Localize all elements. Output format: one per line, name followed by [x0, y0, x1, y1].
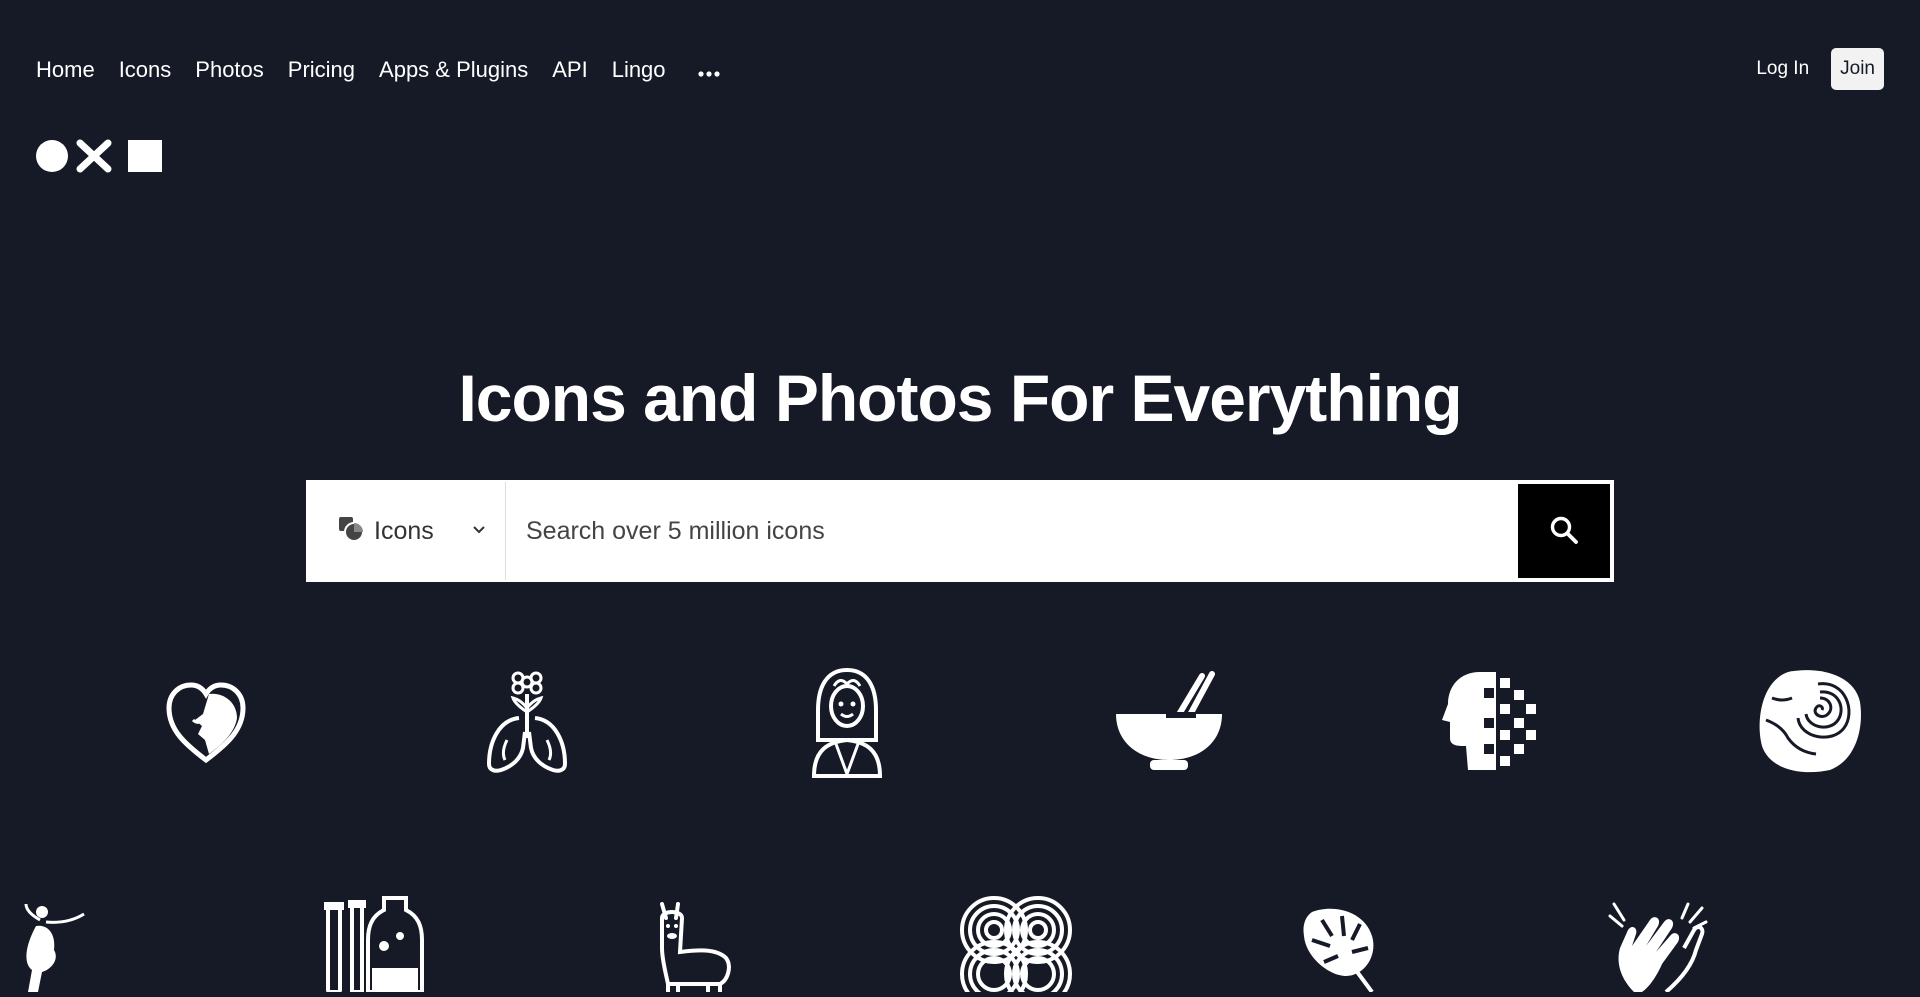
main-nav: Home Icons Photos Pricing Apps & Plugins…	[36, 50, 720, 90]
nav-lingo[interactable]: Lingo	[612, 57, 666, 83]
search-icon	[1549, 515, 1579, 548]
lungs-flower-icon[interactable]	[485, 668, 569, 779]
dancer-icon[interactable]	[20, 903, 86, 997]
search-button[interactable]	[1518, 484, 1610, 578]
woman-portrait-icon[interactable]	[808, 666, 886, 783]
monstera-leaf-icon[interactable]	[1302, 906, 1378, 997]
auth-actions: Log In Join	[1756, 48, 1884, 90]
more-horizontal-icon[interactable]	[697, 57, 720, 83]
nav-apps-plugins[interactable]: Apps & Plugins	[379, 57, 528, 83]
pixel-head-icon[interactable]	[1440, 668, 1540, 779]
nav-icons[interactable]: Icons	[119, 57, 172, 83]
clapping-hands-icon[interactable]	[1606, 900, 1712, 997]
bowl-chopsticks-icon[interactable]	[1114, 670, 1224, 779]
nav-api[interactable]: API	[552, 57, 587, 83]
noun-project-logo[interactable]	[36, 138, 164, 174]
chevron-down-icon	[472, 522, 486, 540]
search-input[interactable]	[506, 482, 1516, 580]
nav-pricing[interactable]: Pricing	[288, 57, 355, 83]
join-button[interactable]: Join	[1831, 48, 1884, 90]
search-type-select[interactable]: Icons	[308, 482, 506, 580]
fossil-stone-icon[interactable]	[1758, 668, 1862, 779]
heart-face-icon[interactable]	[165, 680, 247, 769]
hero-title: Icons and Photos For Everything	[458, 361, 1462, 435]
lab-bottles-icon[interactable]	[322, 896, 426, 997]
search-bar: Icons	[306, 480, 1614, 582]
login-link[interactable]: Log In	[1756, 58, 1809, 80]
nav-photos[interactable]: Photos	[195, 57, 264, 83]
nav-home[interactable]: Home	[36, 57, 95, 83]
icons-category-icon	[338, 516, 364, 547]
llama-icon[interactable]	[656, 900, 732, 997]
celtic-knot-icon[interactable]	[958, 894, 1074, 997]
search-type-label: Icons	[374, 516, 434, 545]
